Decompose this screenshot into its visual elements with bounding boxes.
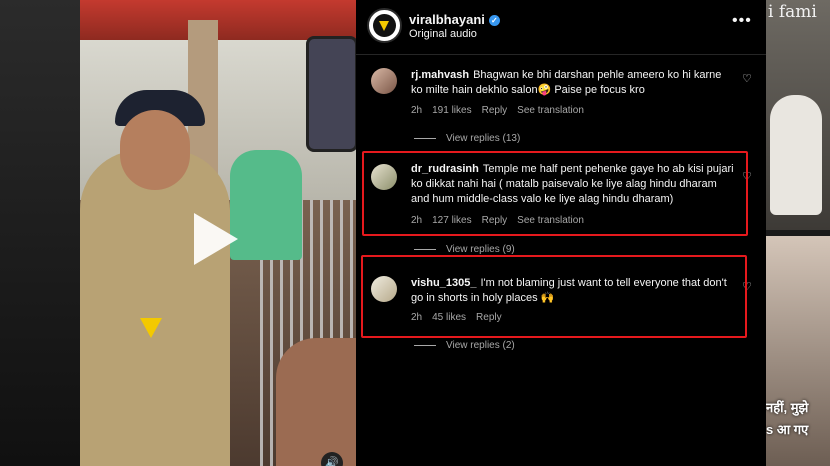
view-replies-label: View replies (13) (446, 133, 521, 144)
phone-in-video (306, 36, 356, 152)
like-heart-icon[interactable]: ♡ (742, 74, 753, 85)
police-officer (80, 150, 230, 466)
background-caption-line-2: s आ गए (766, 422, 809, 437)
background-post-caption: नहीं, मुझे s आ गए (766, 398, 830, 442)
comment-body: rj.mahvash Bhagwan ke bhi darshan pehle a… (411, 68, 736, 98)
post-header: viralbhayani ✓ Original audio ••• (356, 0, 766, 55)
temple-canopy (80, 0, 356, 40)
comments-panel: viralbhayani ✓ Original audio ••• rj.mahv… (356, 0, 766, 466)
view-replies-button[interactable]: View replies (13) (414, 133, 520, 144)
comment-username[interactable]: rj.mahvash (411, 69, 469, 81)
view-replies-label: View replies (2) (446, 340, 515, 351)
view-replies-button[interactable]: View replies (9) (414, 244, 515, 255)
man-in-green-shirt (230, 150, 302, 260)
see-translation-link[interactable]: See translation (517, 105, 584, 116)
right-blurred-background: i fami नहीं, मुझे s आ गए (766, 0, 830, 466)
original-audio-link[interactable]: Original audio (409, 28, 477, 40)
comment-likes[interactable]: 191 likes (432, 105, 471, 116)
view-replies-button[interactable]: View replies (2) (414, 340, 515, 351)
profile-avatar[interactable] (367, 8, 402, 43)
view-replies-label: View replies (9) (446, 244, 515, 255)
comment-time: 2h (411, 105, 423, 116)
post-username[interactable]: viralbhayani (409, 12, 485, 27)
hand-on-railing (276, 338, 356, 466)
background-post-top: i fami (766, 0, 830, 230)
more-options-icon[interactable]: ••• (732, 12, 752, 30)
commenter-avatar[interactable] (371, 68, 397, 94)
highlight-box (361, 255, 747, 338)
watermark-logo-icon (140, 318, 162, 338)
background-post-title: i fami (768, 2, 817, 22)
background-post-person (770, 95, 822, 215)
replies-divider (414, 344, 436, 346)
brand-v-icon (379, 21, 389, 31)
post-username-row: viralbhayani ✓ (409, 12, 500, 27)
play-icon[interactable] (194, 213, 238, 265)
comment-meta: 2h 191 likes Reply See translation (411, 105, 594, 116)
reel-video[interactable]: 🔊 (80, 0, 356, 466)
background-caption-line-1: नहीं, मुझे (766, 400, 809, 415)
replies-divider (414, 137, 436, 139)
comment-item: rj.mahvash Bhagwan ke bhi darshan pehle a… (356, 64, 766, 154)
officer-face (120, 110, 190, 190)
replies-divider (414, 248, 436, 250)
reply-button[interactable]: Reply (482, 105, 508, 116)
left-blurred-background (0, 0, 80, 466)
verified-badge-icon: ✓ (488, 15, 500, 26)
highlight-box (362, 151, 748, 236)
avatar-inner (373, 14, 396, 37)
